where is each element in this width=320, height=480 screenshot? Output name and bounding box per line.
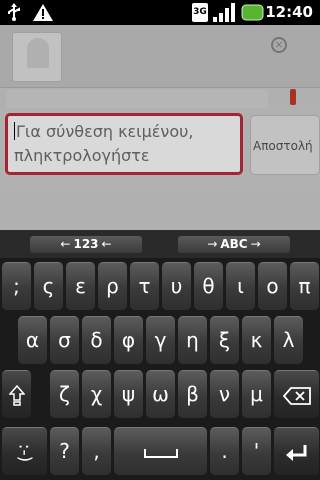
- contact-silhouette-icon: [27, 38, 49, 68]
- warning-icon: [33, 4, 53, 21]
- smiley-key[interactable]: :-): [2, 427, 47, 475]
- key[interactable]: θ: [194, 262, 223, 310]
- key[interactable]: ψ: [114, 370, 143, 418]
- backspace-icon: [282, 386, 311, 405]
- key[interactable]: ξ: [210, 316, 239, 364]
- shift-key[interactable]: [2, 370, 31, 418]
- close-button[interactable]: ×: [271, 37, 287, 53]
- period-key[interactable]: .: [210, 427, 239, 475]
- soft-keyboard: ← 123 ← → ABC → ; ς ε ρ τ υ θ ι ο π α σ δ φ …: [0, 230, 320, 480]
- key[interactable]: ;: [2, 262, 31, 310]
- backspace-key[interactable]: [274, 370, 319, 418]
- space-key[interactable]: [114, 427, 207, 475]
- key[interactable]: ι: [226, 262, 255, 310]
- question-key[interactable]: ?: [50, 427, 79, 475]
- comma-key[interactable]: ,: [82, 427, 111, 475]
- key[interactable]: π: [290, 262, 319, 310]
- key[interactable]: υ: [162, 262, 191, 310]
- text-cursor: [14, 122, 15, 140]
- placeholder-line-1: Για σύνθεση κειμένου,: [16, 122, 194, 141]
- apostrophe-key[interactable]: ': [242, 427, 271, 475]
- message-bubble: [6, 89, 268, 109]
- key[interactable]: ε: [66, 262, 95, 310]
- space-bar-icon: [143, 448, 178, 458]
- key[interactable]: α: [18, 316, 47, 364]
- language-switch-row: ← 123 ← → ABC →: [0, 230, 320, 258]
- error-indicator-icon: [290, 89, 296, 105]
- key[interactable]: κ: [242, 316, 271, 364]
- key[interactable]: ρ: [98, 262, 127, 310]
- key[interactable]: τ: [130, 262, 159, 310]
- key[interactable]: ζ: [50, 370, 79, 418]
- key[interactable]: γ: [146, 316, 175, 364]
- key[interactable]: ο: [258, 262, 287, 310]
- key[interactable]: δ: [82, 316, 111, 364]
- shift-icon: [7, 384, 26, 406]
- switch-to-latin-button[interactable]: → ABC →: [178, 236, 290, 253]
- placeholder-line-2: πληκτρολογήστε: [14, 146, 150, 165]
- conversation-screen: × Για σύνθεση κειμένου, πληκτρολογήστε Α…: [0, 25, 320, 230]
- compose-area: Για σύνθεση κειμένου, πληκτρολογήστε Απο…: [0, 108, 320, 188]
- conversation-header: ×: [0, 25, 320, 88]
- network-type-label: 3G: [193, 7, 207, 17]
- enter-key[interactable]: [274, 427, 319, 475]
- signal-icon: [213, 3, 235, 22]
- usb-icon: [8, 3, 20, 21]
- key[interactable]: σ: [50, 316, 79, 364]
- key[interactable]: η: [178, 316, 207, 364]
- smiley-icon: :-): [14, 443, 35, 463]
- clock: 12:40: [265, 3, 313, 21]
- key[interactable]: ν: [210, 370, 239, 418]
- status-bar: 3G 12:40: [0, 0, 320, 25]
- key[interactable]: χ: [82, 370, 111, 418]
- network-3g-icon: 3G: [192, 3, 208, 22]
- key[interactable]: β: [178, 370, 207, 418]
- key[interactable]: φ: [114, 316, 143, 364]
- key[interactable]: ς: [34, 262, 63, 310]
- key[interactable]: μ: [242, 370, 271, 418]
- battery-icon: [241, 4, 264, 21]
- switch-to-numbers-button[interactable]: ← 123 ←: [30, 236, 142, 253]
- key[interactable]: ω: [146, 370, 175, 418]
- contact-photo[interactable]: [12, 32, 62, 82]
- enter-icon: [285, 444, 306, 461]
- send-button[interactable]: Αποστολή: [250, 115, 320, 175]
- key[interactable]: λ: [274, 316, 303, 364]
- compose-text-field[interactable]: Για σύνθεση κειμένου, πληκτρολογήστε: [5, 113, 243, 175]
